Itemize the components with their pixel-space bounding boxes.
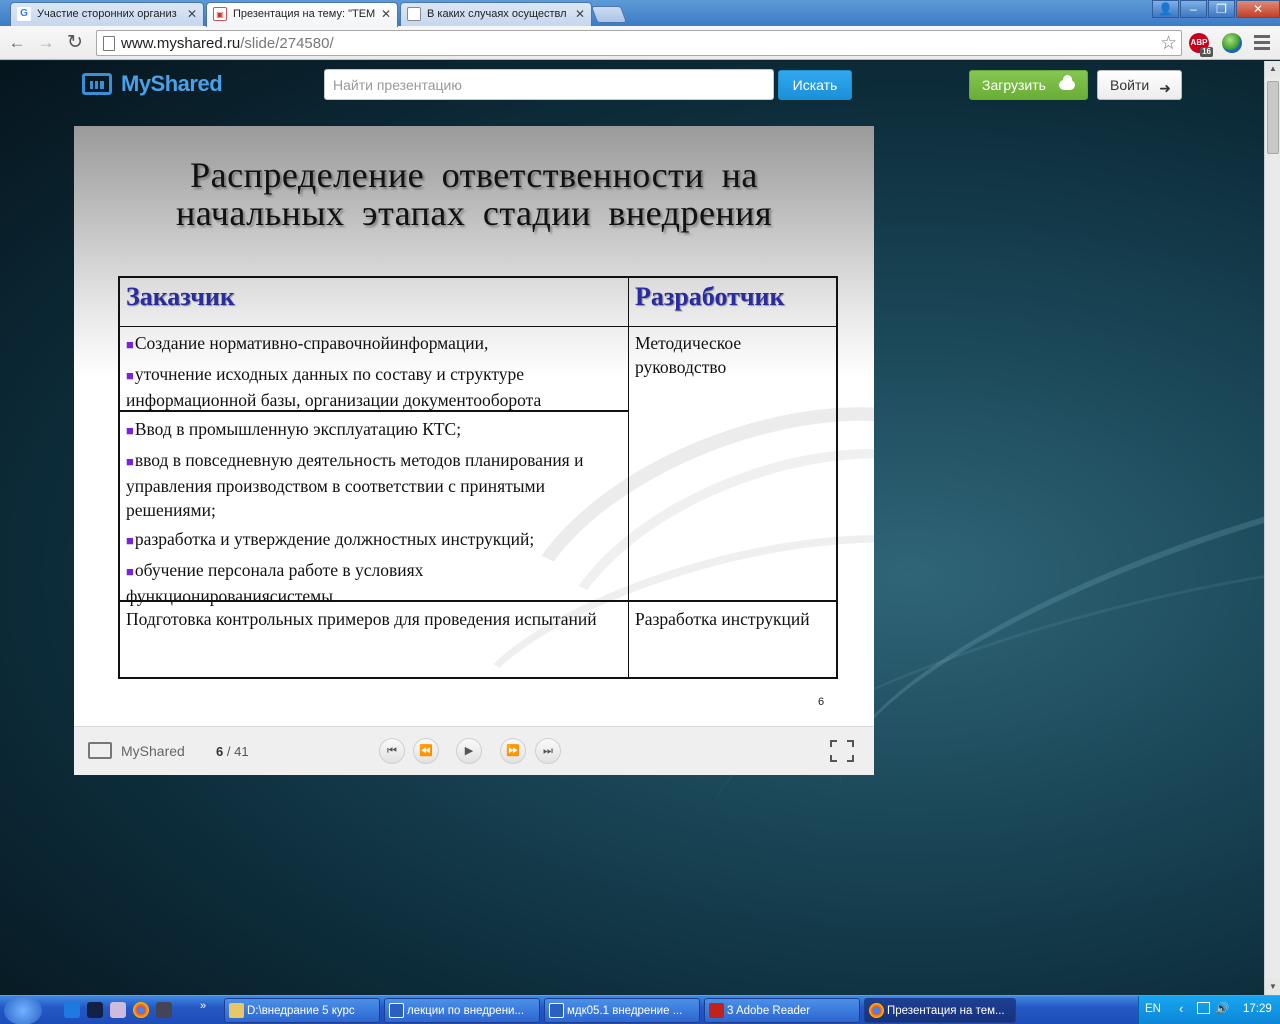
ie-icon[interactable] xyxy=(64,1002,80,1018)
tab-close-icon[interactable]: ✕ xyxy=(575,3,585,25)
bookmark-star-icon[interactable]: ☆ xyxy=(1160,32,1177,55)
header-developer: Разработчик xyxy=(635,282,785,311)
bullet-icon: ■ xyxy=(126,337,134,352)
minimize-button[interactable]: – xyxy=(1180,0,1207,18)
cube-icon[interactable] xyxy=(110,1002,126,1018)
url-text: www.myshared.ru/slide/274580/ xyxy=(121,35,334,52)
taskbar-item-adobe[interactable]: 3 Adobe Reader xyxy=(704,998,860,1023)
upload-button[interactable]: Загрузить xyxy=(969,70,1088,100)
presentation-icon: ▣ xyxy=(213,7,227,21)
chrome-icon xyxy=(869,1003,884,1018)
restore-button[interactable]: ❐ xyxy=(1208,0,1235,18)
forward-icon[interactable]: → xyxy=(35,32,57,54)
first-slide-button[interactable]: ⏮ xyxy=(379,738,405,764)
address-bar[interactable]: www.myshared.ru/slide/274580/ ☆ xyxy=(96,30,1182,56)
bullet-icon: ■ xyxy=(126,533,134,548)
tray-expand-icon[interactable]: ‹ xyxy=(1179,1001,1183,1016)
reload-icon[interactable]: ↻ xyxy=(64,32,86,54)
google-icon: G xyxy=(17,7,31,21)
profile-icon[interactable]: 👤 xyxy=(1152,0,1179,18)
taskbar-item-folder[interactable]: D:\внедрание 5 курс xyxy=(224,998,380,1023)
last-slide-button[interactable]: ⏭ xyxy=(535,738,561,764)
row2-customer-cell: ■Ввод в промышленную эксплуатацию КТС; ■… xyxy=(126,419,584,606)
login-button-label: Войти xyxy=(1110,77,1150,93)
presentation-slide: Распределение ответственности на начальн… xyxy=(74,126,874,726)
adblock-count-badge: 16 xyxy=(1200,47,1213,57)
row3-developer-cell: Разработка инструкций xyxy=(635,609,810,629)
cloud-upload-icon xyxy=(1059,75,1075,90)
close-window-button[interactable]: ✕ xyxy=(1236,0,1280,18)
bullet-icon: ■ xyxy=(126,454,134,469)
page-content: MyShared Искать Загрузить Войти ➜ Распре… xyxy=(0,61,1264,995)
row1-customer-cell: ■Создание нормативно-справочнойинформаци… xyxy=(126,333,542,410)
scroll-thumb[interactable] xyxy=(1267,81,1279,154)
window-switch-icon[interactable] xyxy=(156,1002,172,1018)
site-logo-text: MyShared xyxy=(121,71,223,96)
bullet-icon: ■ xyxy=(126,564,134,579)
taskbar-item-chrome[interactable]: Презентация на тем... xyxy=(864,998,1016,1023)
adobe-reader-icon xyxy=(709,1003,724,1018)
chrome-menu-icon[interactable] xyxy=(1254,35,1270,51)
folder-icon xyxy=(229,1003,244,1018)
chrome-icon[interactable] xyxy=(133,1002,149,1018)
document-icon xyxy=(407,7,421,21)
scroll-down-icon[interactable]: ▼ xyxy=(1265,979,1280,995)
globe-extension-icon[interactable] xyxy=(1222,33,1242,53)
page-icon xyxy=(103,36,115,51)
login-button[interactable]: Войти ➜ xyxy=(1097,70,1182,100)
myshared-logo-icon xyxy=(82,73,112,95)
bullet-icon: ■ xyxy=(126,368,134,383)
tab-title: Участие сторонних организ xyxy=(37,8,177,20)
start-button[interactable] xyxy=(4,996,42,1024)
previous-slide-button[interactable]: ⏪ xyxy=(413,738,439,764)
browser-toolbar: ← → ↻ www.myshared.ru/slide/274580/ ☆ AB… xyxy=(0,26,1280,60)
taskbar-item-word-2[interactable]: мдк05.1 внедрение ... xyxy=(544,998,700,1023)
system-tray: EN ‹ 🔊 17:29 xyxy=(1138,996,1280,1024)
taskbar-item-word-1[interactable]: лекции по внедрени... xyxy=(384,998,540,1023)
clock[interactable]: 17:29 xyxy=(1243,1003,1272,1015)
slide-page-number: 6 xyxy=(818,696,825,708)
next-slide-button[interactable]: ⏩ xyxy=(500,738,526,764)
tab-close-icon[interactable]: ✕ xyxy=(381,3,391,25)
row1-developer-cell: Методическое руководство xyxy=(635,333,742,377)
tab-close-icon[interactable]: ✕ xyxy=(187,3,197,25)
search-input[interactable] xyxy=(324,69,774,100)
language-indicator[interactable]: EN xyxy=(1145,1003,1161,1015)
player-logo-text: MyShared xyxy=(121,743,185,759)
bullet-icon: ■ xyxy=(126,423,134,438)
search-button[interactable]: Искать xyxy=(778,70,852,100)
network-icon[interactable] xyxy=(1197,1002,1210,1014)
windows-taskbar: » D:\внедрание 5 курс лекции по внедрени… xyxy=(0,995,1280,1024)
tab-title: Презентация на тему: "ТЕМ xyxy=(233,8,376,20)
slide-title: Распределение ответственности на начальн… xyxy=(175,155,773,233)
play-button[interactable]: ▶ xyxy=(456,738,482,764)
adblock-plus-icon[interactable]: ABP 16 xyxy=(1189,33,1213,57)
myshared-small-logo-icon xyxy=(88,742,112,759)
slide-counter: 6 / 41 xyxy=(216,744,249,759)
new-tab-button[interactable] xyxy=(590,6,628,23)
page-scrollbar[interactable]: ▲ ▼ xyxy=(1264,61,1280,995)
back-icon[interactable]: ← xyxy=(6,32,28,54)
scroll-up-icon[interactable]: ▲ xyxy=(1265,61,1280,77)
word-icon xyxy=(389,1003,404,1018)
row3-customer-cell: Подготовка контрольных примеров для пров… xyxy=(126,609,597,629)
tab-title: В каких случаях осуществл xyxy=(427,8,567,20)
tab-document[interactable]: В каких случаях осуществл ✕ xyxy=(400,2,592,26)
tab-presentation[interactable]: ▣ Презентация на тему: "ТЕМ ✕ xyxy=(206,2,398,27)
word-icon xyxy=(549,1003,564,1018)
show-desktop-icon[interactable] xyxy=(87,1002,103,1018)
volume-icon[interactable]: 🔊 xyxy=(1215,1001,1229,1015)
tab-strip: G Участие сторонних организ ✕ ▣ Презента… xyxy=(0,0,1280,27)
quicklaunch-expand-icon[interactable]: » xyxy=(200,1000,206,1012)
responsibility-table: Заказчик Разработчик ■Создание нормативн… xyxy=(118,276,838,679)
fullscreen-icon[interactable] xyxy=(830,740,854,762)
header-customer: Заказчик xyxy=(126,282,235,311)
upload-button-label: Загрузить xyxy=(982,77,1046,93)
tab-google[interactable]: G Участие сторонних организ ✕ xyxy=(10,2,204,26)
sign-in-icon: ➜ xyxy=(1159,80,1171,96)
slide-player-bar: MyShared 6 / 41 ⏮ ⏪ ▶ ⏩ ⏭ xyxy=(74,726,874,775)
